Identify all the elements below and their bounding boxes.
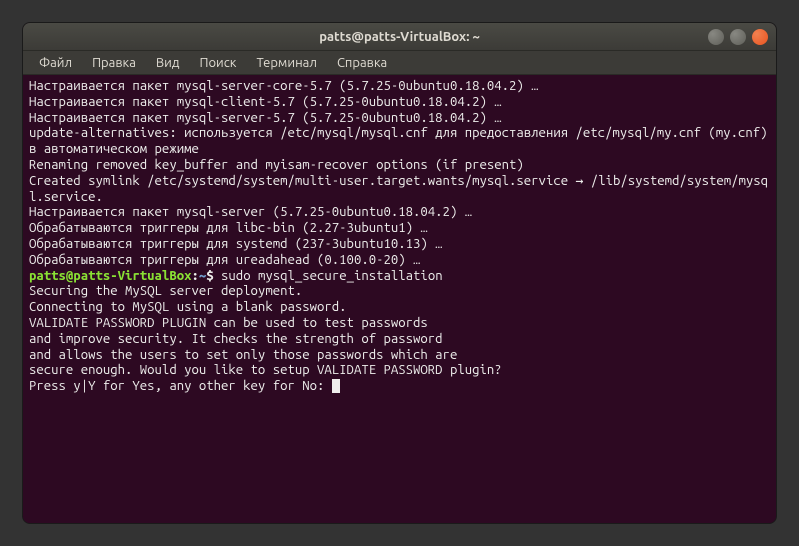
input-prompt-line: Press y|Y for Yes, any other key for No: (29, 379, 340, 393)
terminal-body[interactable]: Настраивается пакет mysql-server-core-5.… (23, 75, 776, 523)
titlebar: patts@patts-VirtualBox: ~ (23, 23, 776, 51)
terminal-line: Press y|Y for Yes, any other key for No: (29, 379, 332, 393)
terminal-line: Обрабатываются триггеры для ureadahead (… (29, 253, 770, 269)
menubar: Файл Правка Вид Поиск Терминал Справка (23, 51, 776, 75)
terminal-line: and improve security. It checks the stre… (29, 332, 770, 348)
prompt-dollar: $ (206, 269, 213, 283)
terminal-line: Обрабатываются триггеры для libc-bin (2.… (29, 221, 770, 237)
menu-search[interactable]: Поиск (191, 54, 244, 72)
close-icon[interactable] (752, 29, 768, 45)
menu-file[interactable]: Файл (31, 54, 80, 72)
prompt-user-host: patts@patts-VirtualBox (29, 269, 191, 283)
terminal-line: Обрабатываются триггеры для systemd (237… (29, 237, 770, 253)
prompt-line: patts@patts-VirtualBox:~$ sudo mysql_sec… (29, 269, 770, 285)
terminal-line: Настраивается пакет mysql-client-5.7 (5.… (29, 95, 770, 111)
menu-terminal[interactable]: Терминал (248, 54, 324, 72)
window-controls (708, 29, 768, 45)
window-title: patts@patts-VirtualBox: ~ (319, 30, 480, 44)
menu-view[interactable]: Вид (148, 54, 188, 72)
minimize-icon[interactable] (708, 29, 724, 45)
maximize-icon[interactable] (730, 29, 746, 45)
terminal-line: Настраивается пакет mysql-server (5.7.25… (29, 205, 770, 221)
command-text: sudo mysql_secure_installation (214, 269, 443, 283)
terminal-line: Настраивается пакет mysql-server-core-5.… (29, 79, 770, 95)
prompt-colon: : (191, 269, 198, 283)
terminal-line: Настраивается пакет mysql-server-5.7 (5.… (29, 111, 770, 127)
terminal-line: Renaming removed key_buffer and myisam-r… (29, 158, 770, 174)
cursor-icon (332, 379, 340, 393)
terminal-line: update-alternatives: используется /etc/m… (29, 126, 770, 158)
terminal-line: Securing the MySQL server deployment. (29, 284, 770, 300)
menu-help[interactable]: Справка (329, 54, 395, 72)
terminal-line: secure enough. Would you like to setup V… (29, 363, 770, 379)
terminal-line: and allows the users to set only those p… (29, 348, 770, 364)
terminal-window: patts@patts-VirtualBox: ~ Файл Правка Ви… (22, 22, 777, 524)
menu-edit[interactable]: Правка (84, 54, 144, 72)
terminal-line: Connecting to MySQL using a blank passwo… (29, 300, 770, 316)
terminal-line: VALIDATE PASSWORD PLUGIN can be used to … (29, 316, 770, 332)
terminal-line: Created symlink /etc/systemd/system/mult… (29, 174, 770, 206)
